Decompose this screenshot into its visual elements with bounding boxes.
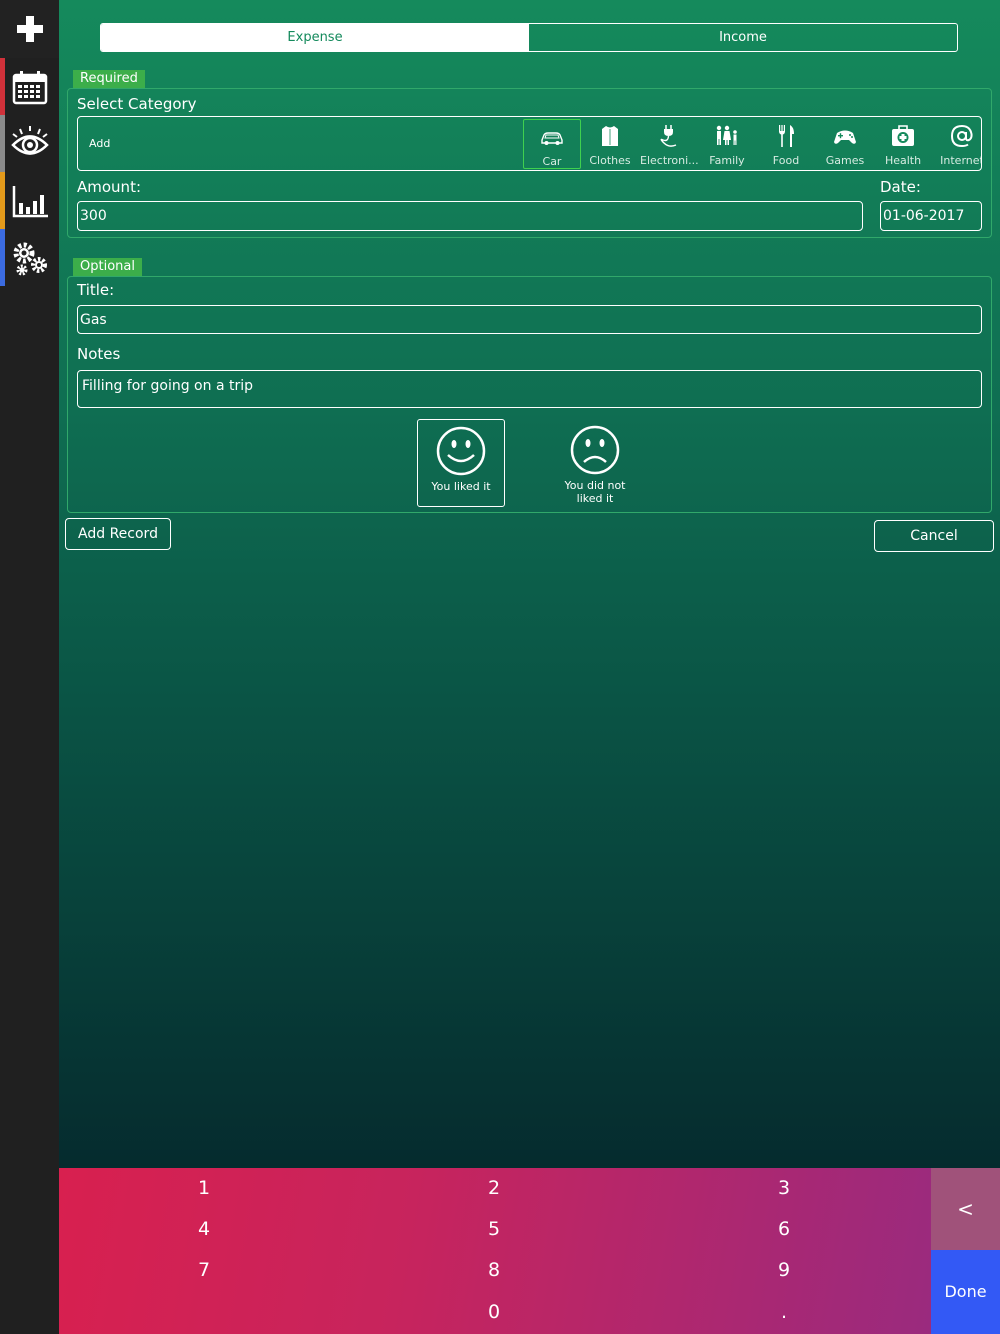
required-tag: Required [73, 70, 145, 88]
bar-chart-icon [12, 185, 48, 217]
sidebar-item-statistics[interactable] [0, 172, 59, 229]
notes-field[interactable]: Filling for going on a trip [77, 370, 982, 408]
category-family[interactable]: Family [698, 119, 756, 169]
sidebar-stripe [0, 172, 5, 229]
category-electronics[interactable]: Electroni... [640, 119, 699, 169]
at-sign-icon [950, 124, 973, 148]
add-category-button[interactable]: Add [89, 137, 110, 150]
optional-tag: Optional [73, 258, 142, 276]
key-8[interactable]: 8 [349, 1250, 639, 1291]
plug-icon [660, 125, 677, 147]
key-3[interactable]: 3 [639, 1168, 929, 1209]
done-button[interactable]: Done [931, 1250, 1000, 1334]
key-0[interactable]: 0 [349, 1292, 639, 1333]
category-games[interactable]: Games [816, 119, 874, 169]
calendar-icon [12, 70, 47, 104]
amount-label: Amount: [77, 178, 141, 196]
shirt-icon [602, 126, 618, 146]
gamepad-icon [834, 130, 856, 144]
category-label: Games [825, 154, 865, 167]
key-6[interactable]: 6 [639, 1209, 929, 1250]
numeric-keypad: 1 2 3 4 5 6 7 8 9 0 . < Done [59, 1168, 1000, 1334]
key-5[interactable]: 5 [349, 1209, 639, 1250]
key-decimal[interactable]: . [639, 1292, 929, 1333]
sidebar-item-settings[interactable] [0, 229, 59, 286]
category-car[interactable]: Car [523, 119, 581, 169]
category-label: Electroni... [640, 154, 699, 167]
car-icon [541, 132, 563, 145]
category-label: Internet [940, 154, 982, 167]
key-4[interactable]: 4 [59, 1209, 349, 1250]
type-segmented-control: Expense Income [100, 23, 958, 52]
key-2[interactable]: 2 [349, 1168, 639, 1209]
fork-knife-icon [779, 125, 794, 147]
category-label: Family [709, 154, 745, 167]
key-9[interactable]: 9 [639, 1250, 929, 1291]
select-category-label: Select Category [77, 95, 197, 113]
sidebar-stripe [0, 58, 5, 115]
family-icon [716, 125, 737, 145]
eye-icon [10, 125, 49, 155]
first-aid-icon [892, 125, 914, 146]
date-label: Date: [880, 178, 921, 196]
sidebar-item-overview[interactable] [0, 115, 59, 172]
title-label: Title: [77, 281, 115, 299]
cancel-button[interactable]: Cancel [874, 520, 994, 552]
category-food[interactable]: Food [757, 119, 815, 169]
date-field[interactable]: 01-06-2017 [880, 201, 982, 231]
category-label: Car [542, 155, 562, 168]
gears-icon [13, 242, 47, 275]
plus-icon [16, 16, 43, 42]
category-label: Food [772, 154, 800, 167]
tab-income[interactable]: Income [529, 24, 957, 51]
sidebar-stripe [0, 115, 5, 172]
mood-not-liked-button[interactable]: You did not liked it [551, 419, 639, 507]
keypad-keys: 1 2 3 4 5 6 7 8 9 0 . [59, 1168, 931, 1334]
key-7[interactable]: 7 [59, 1250, 349, 1291]
backspace-key[interactable]: < [931, 1168, 1000, 1250]
mood-liked-button[interactable]: You liked it [417, 419, 505, 507]
amount-field[interactable]: 300 [77, 201, 863, 231]
category-label: Clothes [589, 154, 631, 167]
tab-expense[interactable]: Expense [101, 24, 529, 51]
add-entry-button[interactable] [0, 0, 59, 58]
frown-icon [570, 425, 620, 475]
title-field[interactable]: Gas [77, 305, 982, 334]
key-1[interactable]: 1 [59, 1168, 349, 1209]
add-record-form: Expense Income Required Select Category … [59, 0, 1000, 1168]
mood-liked-label: You liked it [431, 480, 491, 493]
mood-not-liked-label: You did not liked it [564, 479, 626, 505]
category-picker[interactable]: Add Car Clothes Electroni... Family Food… [77, 116, 982, 171]
category-clothes[interactable]: Clothes [581, 119, 639, 169]
category-internet[interactable]: Internet [933, 119, 982, 169]
category-health[interactable]: Health [874, 119, 932, 169]
sidebar-stripe [0, 229, 5, 286]
sidebar-item-calendar[interactable] [0, 58, 59, 115]
smile-icon [436, 426, 486, 476]
notes-label: Notes [77, 345, 121, 363]
add-record-button[interactable]: Add Record [65, 518, 171, 550]
sidebar [0, 0, 59, 1334]
category-label: Health [884, 154, 922, 167]
